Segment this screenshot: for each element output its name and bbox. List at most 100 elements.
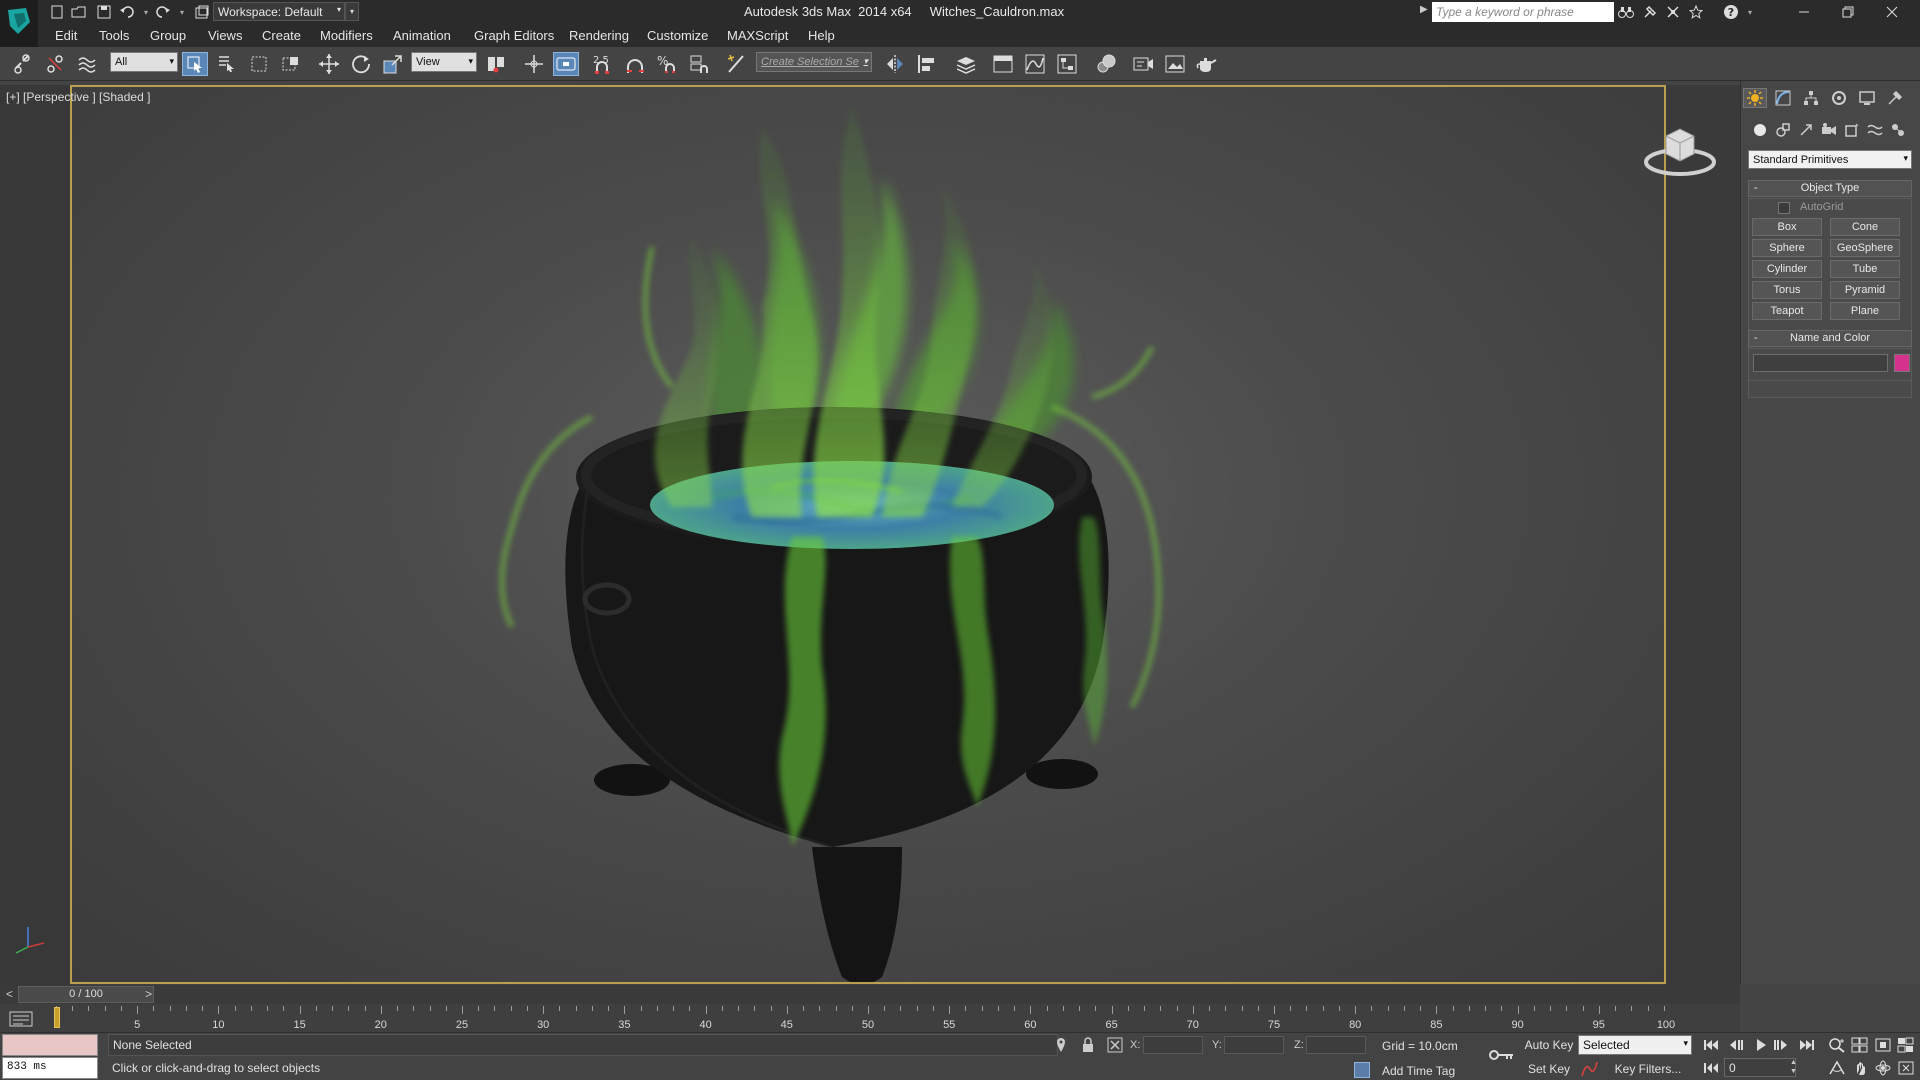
current-frame-spinner[interactable]: ▲ ▼ [1790, 1058, 1798, 1077]
select-and-manipulate-icon[interactable] [521, 52, 547, 76]
reference-coordinate-dropdown[interactable]: View ▾ [411, 52, 477, 72]
maxscript-listener-input[interactable] [2, 1034, 98, 1056]
render-setup-icon[interactable] [1130, 52, 1156, 76]
new-file-icon[interactable] [48, 3, 66, 21]
menu-create[interactable]: Create [262, 28, 301, 43]
open-file-icon[interactable] [70, 3, 88, 21]
default-tangent-icon[interactable] [1580, 1060, 1598, 1078]
key-mode-dropdown[interactable]: Selected ▾ [1578, 1035, 1692, 1055]
key-mode-toggle-icon[interactable] [1700, 1058, 1722, 1078]
keyboard-shortcut-override-icon[interactable] [553, 52, 579, 76]
project-folder-icon[interactable] [193, 3, 211, 21]
systems-category-icon[interactable] [1887, 120, 1909, 140]
selection-lock-icon[interactable] [1079, 1036, 1097, 1054]
utilities-tab-icon[interactable] [1883, 88, 1907, 108]
communication-center-icon[interactable] [1664, 3, 1682, 21]
named-selection-sets-dropdown[interactable]: Create Selection Se ▾ [756, 52, 872, 72]
workspace-dropdown[interactable]: Workspace: Default ▾ [213, 2, 345, 21]
add-time-tag-button[interactable]: Add Time Tag [1382, 1064, 1455, 1078]
menu-views[interactable]: Views [208, 28, 242, 43]
key-filters-button[interactable]: Key Filters... [1604, 1060, 1692, 1079]
timeline-ruler[interactable]: 5 10 15 20 25 30 35 40 45 50 55 60 65 70 75 80 85 90 95 100 [56, 1006, 1680, 1032]
orbit-icon[interactable] [1872, 1058, 1894, 1078]
time-slider[interactable]: < 0 / 100 > [0, 985, 1740, 1004]
zoom-extents-all-icon[interactable] [1895, 1035, 1917, 1055]
unlink-selection-icon[interactable] [42, 52, 68, 76]
menu-customize[interactable]: Customize [647, 28, 708, 43]
schematic-view-icon[interactable] [1054, 52, 1080, 76]
time-slider-next-button[interactable]: > [145, 987, 152, 1001]
help-icon[interactable]: ? [1722, 3, 1740, 21]
search-expand-icon[interactable]: ▶ [1420, 4, 1428, 15]
geometry-category-icon[interactable] [1749, 120, 1771, 140]
render-production-teapot-icon[interactable] [1194, 52, 1220, 76]
rendered-frame-window-icon[interactable] [1162, 52, 1188, 76]
edit-named-selection-sets-icon[interactable] [724, 52, 750, 76]
app-menu-button[interactable] [0, 0, 38, 47]
play-icon[interactable] [1750, 1035, 1772, 1055]
cone-button[interactable]: Cone [1830, 218, 1900, 236]
box-button[interactable]: Box [1752, 218, 1822, 236]
set-keys-key-icon[interactable] [1488, 1044, 1516, 1066]
sphere-button[interactable]: Sphere [1752, 239, 1822, 257]
object-type-rollout-header[interactable]: - Object Type [1748, 180, 1912, 197]
menu-edit[interactable]: Edit [55, 28, 77, 43]
plane-button[interactable]: Plane [1830, 302, 1900, 320]
current-frame-marker[interactable] [54, 1007, 60, 1028]
close-button[interactable] [1870, 0, 1914, 24]
undo-icon[interactable] [118, 3, 136, 21]
redo-icon[interactable] [154, 3, 172, 21]
time-tag-icon[interactable] [1354, 1062, 1370, 1078]
subscription-center-icon[interactable] [1641, 3, 1659, 21]
z-coordinate-input[interactable] [1306, 1036, 1366, 1054]
autogrid-checkbox[interactable] [1778, 202, 1790, 214]
field-of-view-icon[interactable] [1826, 1058, 1848, 1078]
help-dropdown-icon[interactable]: ▾ [1741, 3, 1759, 21]
display-tab-icon[interactable] [1855, 88, 1879, 108]
object-name-input[interactable] [1753, 354, 1888, 372]
create-tab-icon[interactable] [1743, 88, 1767, 108]
cylinder-button[interactable]: Cylinder [1752, 260, 1822, 278]
go-to-end-icon[interactable] [1796, 1035, 1818, 1055]
time-slider-prev-button[interactable]: < [6, 987, 13, 1001]
previous-frame-icon[interactable] [1725, 1035, 1747, 1055]
menu-graph-editors[interactable]: Graph Editors [474, 28, 554, 43]
mirror-icon[interactable] [882, 52, 908, 76]
isolate-selection-icon[interactable] [1052, 1036, 1070, 1054]
zoom-icon[interactable] [1826, 1035, 1848, 1055]
perspective-viewport[interactable] [70, 85, 1666, 984]
maximize-viewport-icon[interactable] [1895, 1058, 1917, 1078]
time-slider-thumb[interactable]: 0 / 100 [18, 986, 154, 1003]
geosphere-button[interactable]: GeoSphere [1830, 239, 1900, 257]
redo-dropdown-icon[interactable]: ▾ [173, 3, 191, 21]
select-object-icon[interactable] [182, 52, 208, 76]
maxscript-output[interactable]: 833 ms [2, 1057, 98, 1079]
open-mini-curve-editor-icon[interactable] [9, 1010, 33, 1028]
y-coordinate-input[interactable] [1224, 1036, 1284, 1054]
set-key-button[interactable]: Set Key [1524, 1060, 1574, 1079]
next-frame-icon[interactable] [1770, 1035, 1792, 1055]
lights-category-icon[interactable] [1795, 120, 1817, 140]
material-editor-icon[interactable] [1093, 52, 1119, 76]
infocenter-search-input[interactable]: Type a keyword or phrase [1432, 2, 1614, 22]
menu-maxscript[interactable]: MAXScript [727, 28, 788, 43]
pyramid-button[interactable]: Pyramid [1830, 281, 1900, 299]
window-crossing-icon[interactable] [278, 52, 304, 76]
shapes-category-icon[interactable] [1772, 120, 1794, 140]
menu-tools[interactable]: Tools [99, 28, 129, 43]
layer-manager-icon[interactable] [953, 52, 979, 76]
hierarchy-tab-icon[interactable] [1799, 88, 1823, 108]
motion-tab-icon[interactable] [1827, 88, 1851, 108]
viewcube-icon[interactable] [1640, 118, 1720, 182]
binoculars-icon[interactable] [1617, 3, 1635, 21]
object-category-dropdown[interactable]: Standard Primitives ▾ [1748, 150, 1912, 169]
favorites-star-icon[interactable] [1687, 3, 1705, 21]
go-to-start-icon[interactable] [1700, 1035, 1722, 1055]
spinner-snap-toggle-icon[interactable] [686, 52, 712, 76]
snaps-toggle-icon[interactable]: 2.5 [590, 52, 616, 76]
select-and-link-icon[interactable] [9, 52, 35, 76]
menu-animation[interactable]: Animation [393, 28, 451, 43]
viewport-label-menu[interactable]: [+] [Perspective ] [Shaded ] [6, 90, 150, 104]
curve-editor-icon[interactable] [1022, 52, 1048, 76]
undo-dropdown-icon[interactable]: ▾ [137, 3, 155, 21]
